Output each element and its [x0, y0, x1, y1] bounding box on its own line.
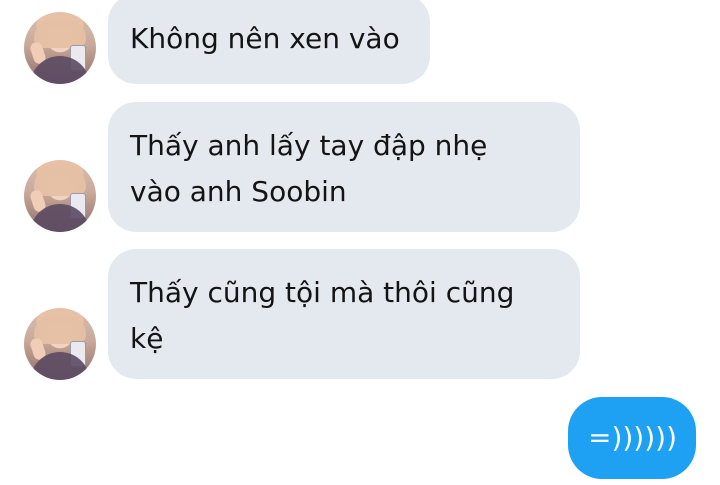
message-text: Không nên xen vào	[130, 22, 400, 55]
contact-avatar[interactable]	[24, 308, 96, 380]
contact-avatar[interactable]	[24, 160, 96, 232]
message-text: =))))))	[588, 421, 678, 454]
message-bubble-outgoing[interactable]: =))))))	[568, 397, 696, 479]
avatar-hair	[34, 314, 86, 344]
message-bubble-incoming[interactable]: Không nên xen vào	[108, 0, 430, 84]
message-text: Thấy cũng tội mà thôi cũng kệ	[130, 276, 515, 355]
message-bubble-incoming[interactable]: Thấy cũng tội mà thôi cũng kệ	[108, 249, 580, 379]
message-text: Thấy anh lấy tay đập nhẹ vào anh Soobin	[130, 129, 488, 208]
contact-avatar[interactable]	[24, 12, 96, 84]
message-bubble-incoming[interactable]: Thấy anh lấy tay đập nhẹ vào anh Soobin	[108, 102, 580, 232]
avatar-hair	[34, 18, 86, 48]
avatar-hair	[34, 166, 86, 196]
